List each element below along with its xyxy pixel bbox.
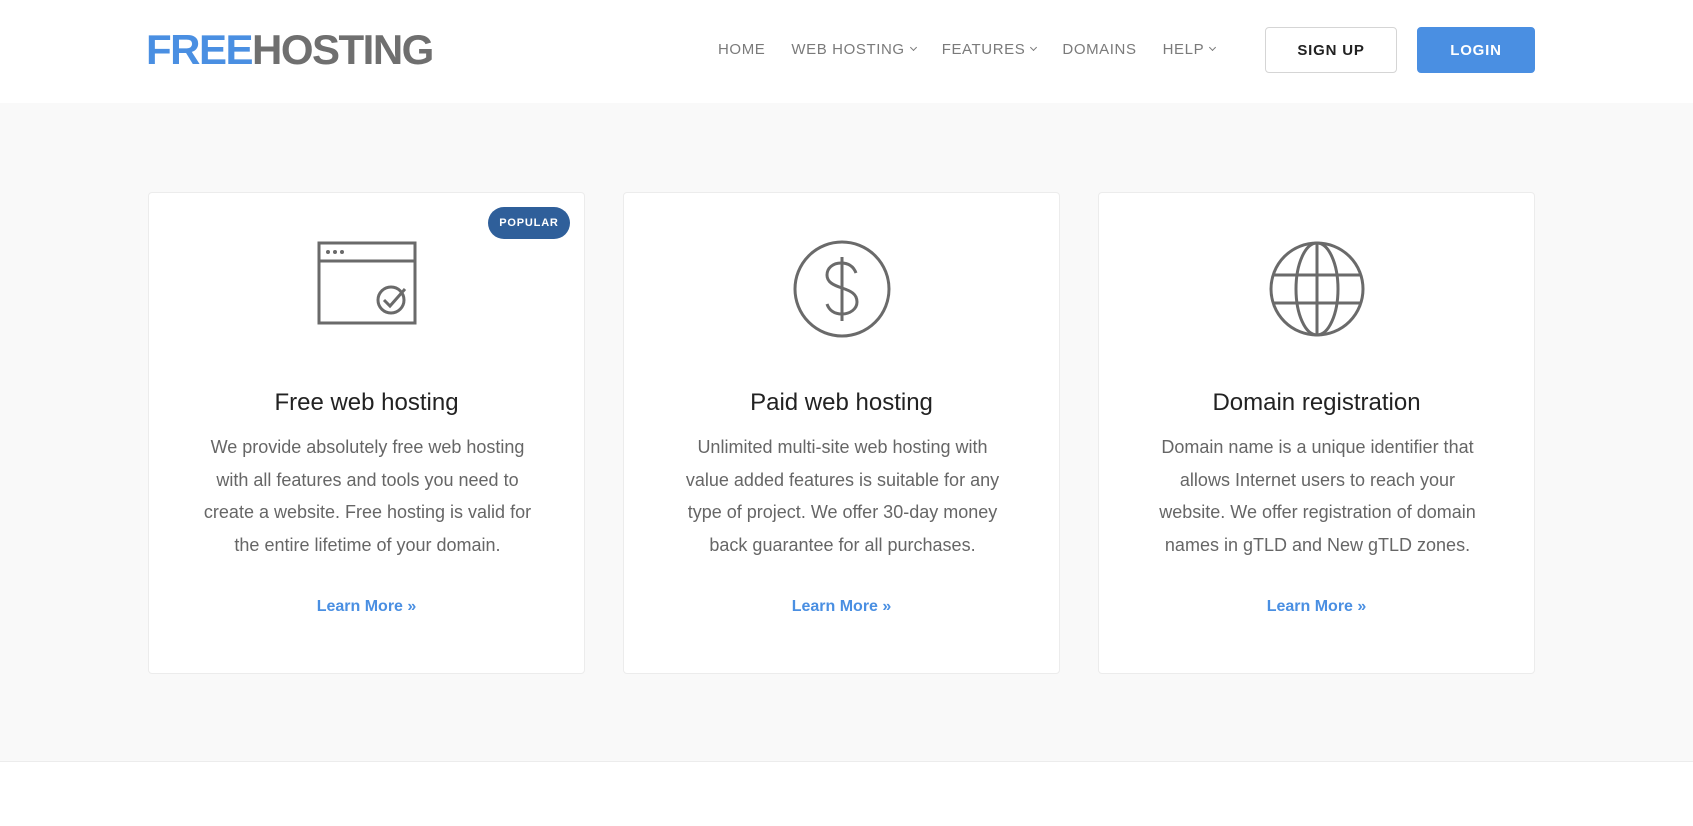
login-button[interactable]: LOGIN [1417,27,1535,73]
nav-help-label: HELP [1162,40,1205,58]
dollar-circle-icon [793,240,891,338]
popular-badge: POPULAR [488,207,570,239]
nav-help[interactable]: HELP [1162,40,1217,58]
nav-features-label: FEATURES [941,40,1026,58]
nav-features[interactable]: FEATURES [941,40,1038,58]
browser-window-check-icon [317,241,417,325]
learn-more-link[interactable]: Learn More » [1099,598,1534,616]
card-description: Unlimited multi-site web hosting with va… [685,437,1000,555]
chevron-down-icon [1030,43,1038,52]
chevron-down-icon [909,43,917,52]
card-title: Domain registration [1212,389,1421,416]
nav-domains-label: DOMAINS [1062,40,1137,58]
nav-home-label: HOME [718,40,766,58]
card-title: Free web hosting [274,389,459,416]
card-free-hosting: POPULAR Free web hosting We provide abso… [148,192,585,674]
card-description: We provide absolutely free web hosting w… [203,437,532,555]
card-title: Paid web hosting [750,389,933,416]
nav-web-hosting[interactable]: WEB HOSTING [791,40,917,58]
logo-text-free: FREE [146,26,254,73]
chevron-down-icon [1209,43,1217,52]
main-nav: HOME WEB HOSTING FEATURES DOMAINS HELP [718,38,1241,60]
nav-web-hosting-label: WEB HOSTING [791,40,905,58]
nav-domains[interactable]: DOMAINS [1062,41,1136,58]
globe-icon [1269,241,1365,337]
card-paid-hosting: Paid web hosting Unlimited multi-site we… [623,192,1060,674]
site-header: FREEHOSTING HOME WEB HOSTING FEATURES DO… [0,0,1693,103]
nav-home[interactable]: HOME [718,41,765,58]
learn-more-link[interactable]: Learn More » [624,598,1059,616]
logo-text-hosting: HOSTING [252,26,434,73]
card-domain-registration: Domain registration Domain name is a uni… [1098,192,1535,674]
signup-button[interactable]: SIGN UP [1265,27,1397,73]
site-logo[interactable]: FREEHOSTING [146,26,434,74]
card-description: Domain name is a unique identifier that … [1159,437,1476,555]
learn-more-link[interactable]: Learn More » [149,598,584,616]
